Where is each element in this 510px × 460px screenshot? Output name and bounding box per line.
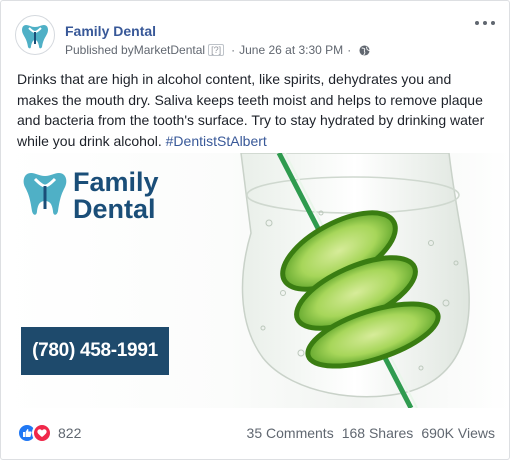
post-footer: 822 35 Comments 168 Shares 690K Views [1, 413, 509, 453]
engagement-stats: 35 Comments 168 Shares 690K Views [247, 425, 495, 441]
brand-logo: Family Dental [21, 167, 171, 223]
comments-count-link[interactable]: 35 Comments [247, 425, 334, 441]
brand-line1: Family [73, 167, 159, 197]
more-options-icon[interactable] [475, 17, 495, 29]
brand-wordmark: Family Dental [73, 169, 159, 223]
post-image[interactable]: Family Dental (780) 458-1991 [1, 153, 509, 408]
post-text: Drinks that are high in alcohol content,… [17, 69, 495, 151]
meta-separator-2: · [347, 43, 352, 57]
tooth-logo-icon [22, 25, 48, 49]
globe-icon[interactable] [359, 44, 370, 56]
meta-separator: · [231, 43, 236, 57]
published-by-label: Published by [65, 43, 134, 57]
avatar[interactable] [15, 15, 55, 55]
page-name-link[interactable]: Family Dental [65, 23, 156, 39]
post-header: Family Dental Published by MarketDental … [1, 1, 509, 63]
brand-line2: Dental [73, 194, 156, 224]
views-count: 690K Views [421, 425, 495, 441]
phone-number-badge: (780) 458-1991 [21, 327, 169, 375]
brand-tooth-icon [23, 173, 67, 215]
shares-count-link[interactable]: 168 Shares [342, 425, 414, 441]
post-timestamp-link[interactable]: June 26 at 3:30 PM [239, 43, 343, 57]
reaction-count: 822 [58, 425, 82, 441]
post-card: Family Dental Published by MarketDental … [0, 0, 510, 460]
publisher-help-icon[interactable]: [?] [208, 44, 225, 56]
reactions-summary[interactable]: 822 [17, 423, 81, 443]
hashtag-link[interactable]: #DentistStAlbert [166, 133, 267, 149]
love-icon [32, 423, 52, 443]
post-meta: Published by MarketDental [?] · June 26 … [65, 43, 370, 57]
publisher-link[interactable]: MarketDental [134, 43, 205, 57]
